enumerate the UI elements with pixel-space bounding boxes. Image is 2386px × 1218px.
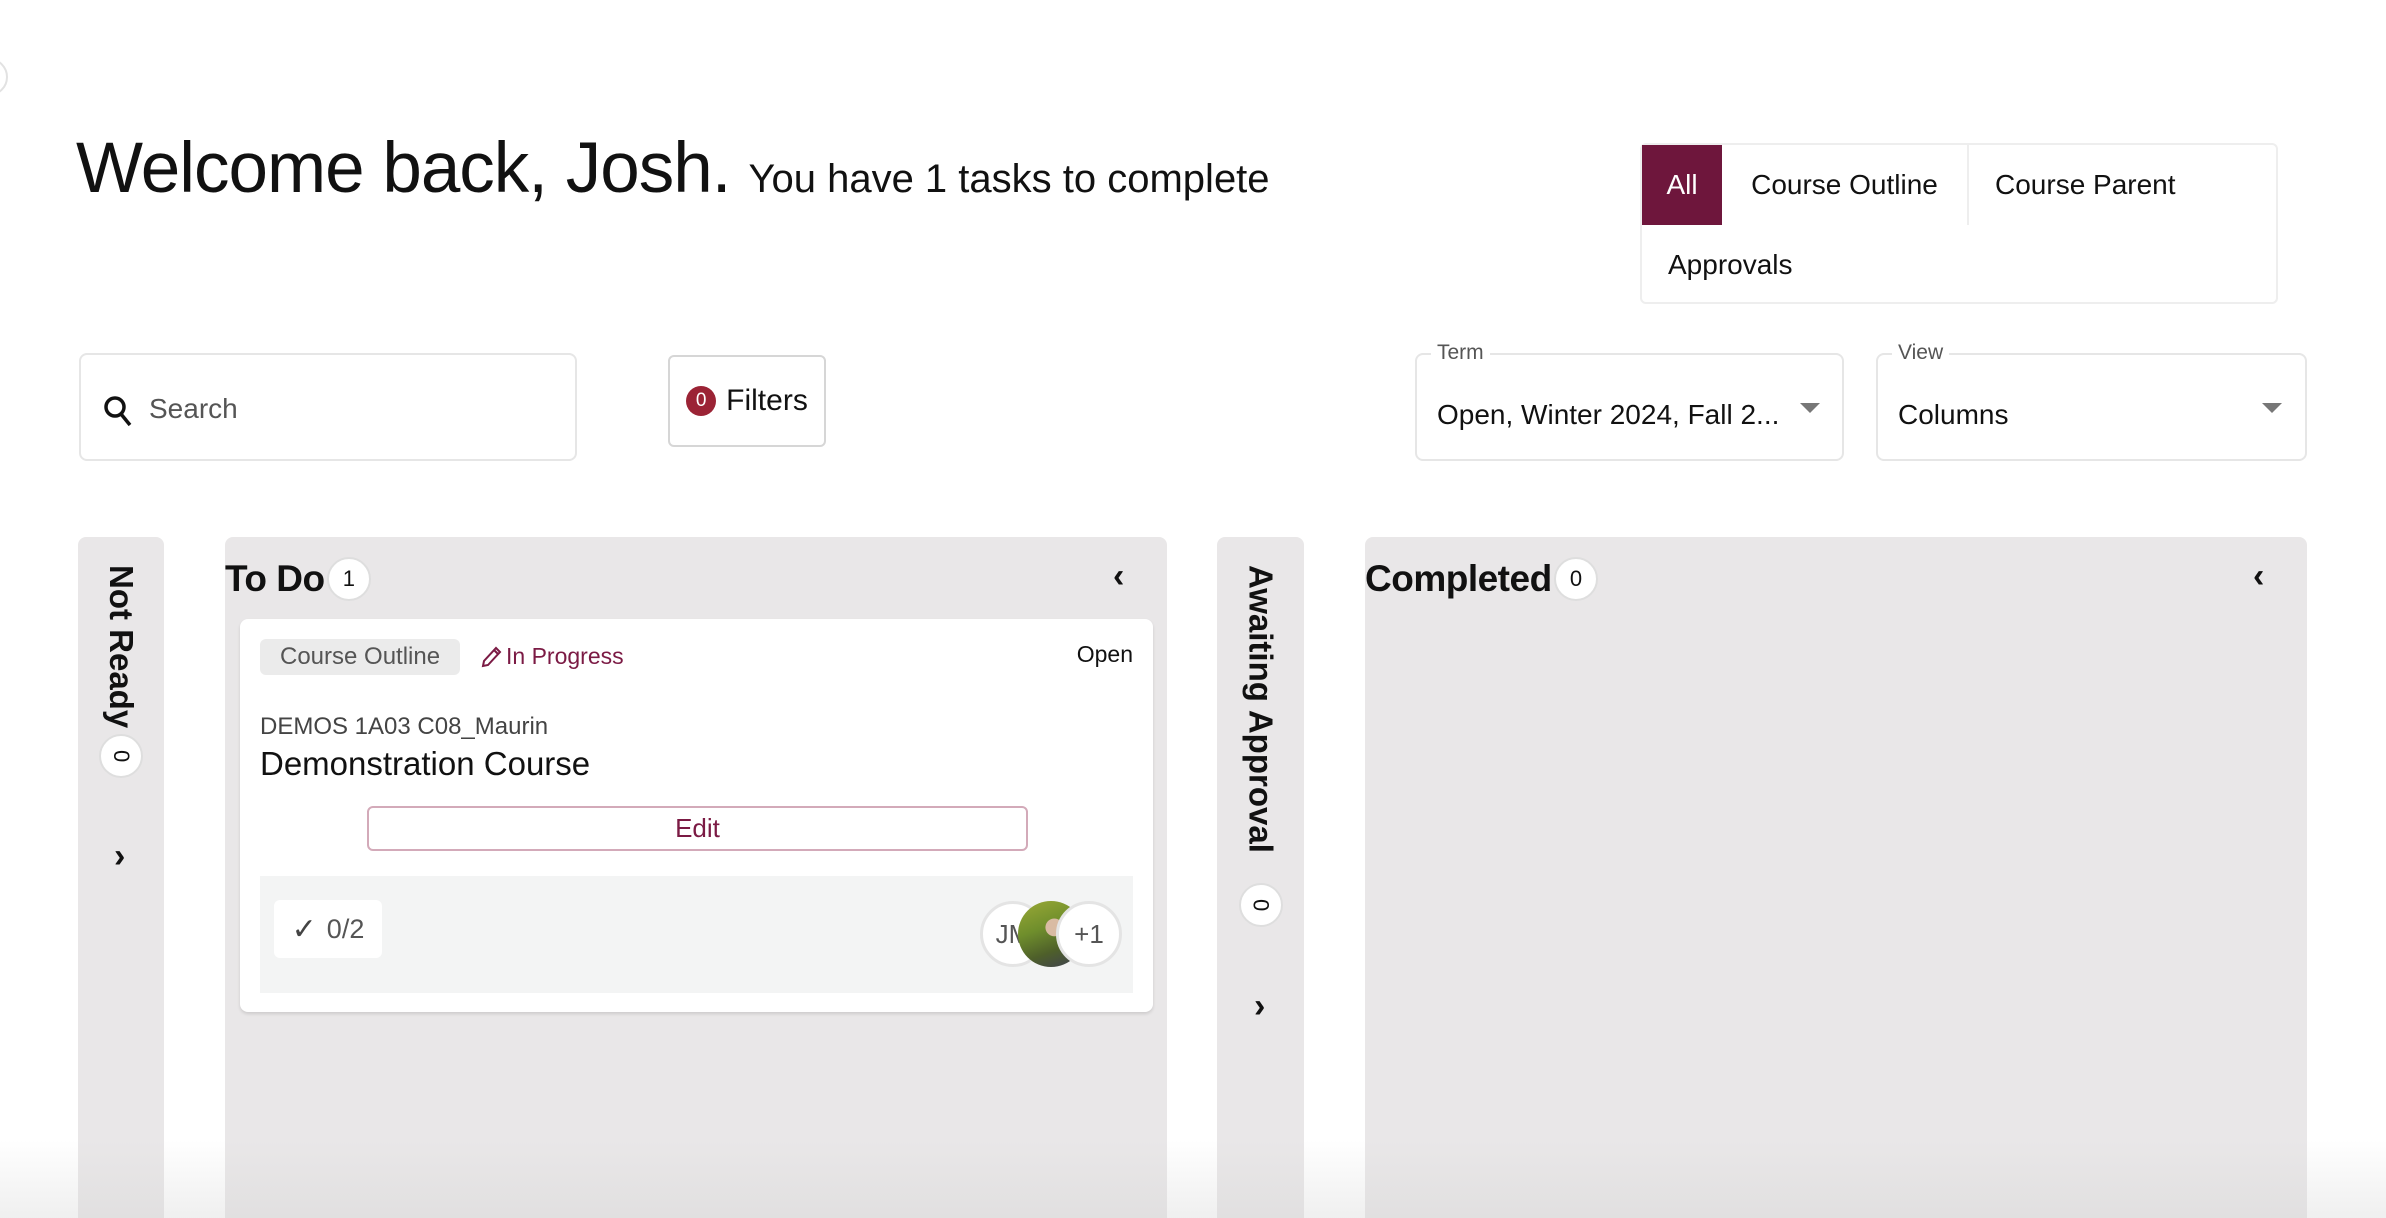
checklist-count: 0/2 — [326, 913, 365, 944]
chevron-right-icon[interactable]: › — [1254, 987, 1265, 1026]
view-value: Columns — [1898, 399, 2009, 430]
column-header: Awaiting Approval 0 — [1238, 565, 1283, 927]
view-label: View — [1892, 341, 1950, 365]
term-label: Term — [1431, 341, 1490, 365]
column-not-ready: Not Ready 0 › — [78, 537, 164, 1218]
column-title: Not Ready — [103, 565, 140, 729]
card-footer: ✓ 0/2 JM +1 — [260, 876, 1133, 993]
chevron-left-icon[interactable]: ‹ — [1113, 557, 1124, 596]
view-select[interactable]: View Columns — [1876, 341, 2307, 461]
check-icon: ✓ — [291, 912, 317, 946]
task-summary: You have 1 tasks to complete — [748, 157, 1270, 201]
tab-course-parent[interactable]: Course Parent — [1969, 145, 2202, 225]
chevron-right-icon[interactable]: › — [114, 837, 125, 876]
greeting-title: Welcome back, Josh. — [76, 129, 731, 208]
filters-label: Filters — [726, 384, 808, 417]
column-completed: Completed 0 ‹ — [1365, 537, 2307, 1218]
task-type-chip: Course Outline — [260, 639, 461, 675]
column-title: Completed — [1365, 558, 1552, 599]
avatar-overflow[interactable]: +1 — [1056, 901, 1122, 967]
column-title: To Do — [225, 558, 325, 599]
column-count-badge: 0 — [99, 734, 143, 779]
course-code: DEMOS 1A03 C08_Maurin — [260, 713, 549, 740]
chevron-left-icon[interactable]: ‹ — [2253, 557, 2264, 596]
welcome-header: Welcome back, Josh. You have 1 tasks to c… — [76, 128, 1270, 209]
search-icon — [103, 395, 133, 432]
task-card[interactable]: Course Outline In Progress Open DEMOS 1A… — [240, 619, 1153, 1012]
tab-approvals[interactable]: Approvals — [1668, 225, 1793, 305]
column-title: Awaiting Approval — [1242, 565, 1280, 853]
search-box — [79, 353, 577, 461]
status-text: In Progress — [506, 643, 624, 669]
edit-button[interactable]: Edit — [367, 806, 1028, 851]
filter-count-badge: 0 — [686, 386, 717, 416]
task-type-tabs: All Course Outline Course Parent Approva… — [1640, 143, 2278, 304]
dropdown-arrow-icon — [2262, 403, 2282, 413]
term-value: Open, Winter 2024, Fall 2... — [1437, 399, 1780, 430]
column-awaiting-approval: Awaiting Approval 0 › — [1217, 537, 1304, 1218]
column-header: Not Ready 0 — [99, 565, 143, 779]
column-count-badge: 1 — [326, 557, 371, 601]
dropdown-arrow-icon — [1800, 403, 1820, 413]
column-to-do: To Do 1 ‹ Course Outline In Progress Ope… — [225, 537, 1167, 1218]
column-count-badge: 0 — [1238, 882, 1283, 927]
status-badge: In Progress — [480, 643, 624, 670]
side-toggle-button[interactable] — [0, 58, 8, 96]
search-input[interactable] — [147, 381, 551, 437]
column-count-badge: 0 — [1553, 557, 1598, 601]
tab-course-outline[interactable]: Course Outline — [1722, 145, 1969, 225]
term-select[interactable]: Term Open, Winter 2024, Fall 2... — [1415, 341, 1844, 461]
filters-button[interactable]: 0 Filters — [668, 355, 826, 447]
checklist-progress[interactable]: ✓ 0/2 — [274, 900, 382, 958]
tab-all[interactable]: All — [1642, 145, 1722, 225]
course-name: Demonstration Course — [260, 745, 591, 782]
term-status: Open — [1076, 641, 1133, 667]
column-header: Completed 0 — [1365, 557, 1598, 601]
column-header: To Do 1 — [225, 557, 371, 601]
pencil-icon — [481, 646, 502, 667]
